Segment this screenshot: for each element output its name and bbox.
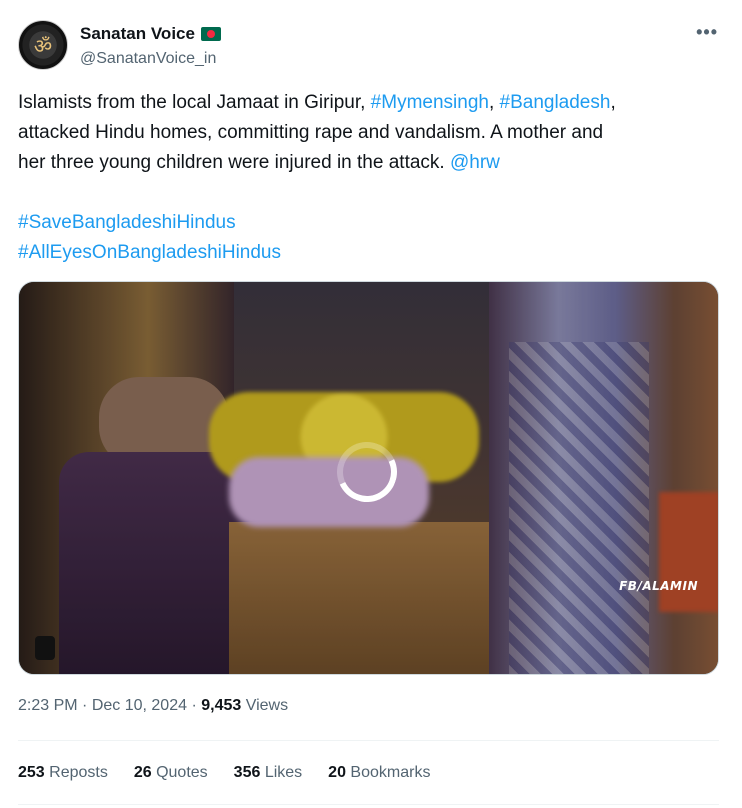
divider <box>18 740 719 741</box>
video-corner-icon[interactable] <box>35 636 55 660</box>
divider <box>18 804 719 805</box>
author-handle[interactable]: @SanatanVoice_in <box>80 50 216 68</box>
hashtag-savebangladeshihindus[interactable]: #SaveBangladeshiHindus <box>18 212 236 233</box>
bookmarks-stat[interactable]: 20 Bookmarks <box>328 764 430 782</box>
likes-stat[interactable]: 356 Likes <box>234 764 303 782</box>
views-count: 9,453 <box>201 697 242 714</box>
hashtag-bangladesh[interactable]: #Bangladesh <box>500 92 611 113</box>
tweet-text-line3: her three young children were injured in… <box>18 152 450 173</box>
tweet-text-line1: Islamists from the local Jamaat in Girip… <box>18 92 371 113</box>
reposts-stat[interactable]: 253 Reposts <box>18 764 108 782</box>
engagement-stats: 253 Reposts 26 Quotes 356 Likes 20 Bookm… <box>18 764 430 782</box>
meta-dot: · <box>187 697 202 714</box>
reposts-label: Reposts <box>44 764 108 781</box>
avatar[interactable]: ॐ <box>18 20 68 70</box>
mention-hrw[interactable]: @hrw <box>450 152 500 173</box>
quotes-stat[interactable]: 26 Quotes <box>134 764 208 782</box>
meta-dot: · <box>77 697 92 714</box>
author-name[interactable]: Sanatan Voice <box>80 24 221 44</box>
video-player[interactable]: FB/ALAMIN <box>18 281 719 675</box>
tweet-text-comma: , <box>610 92 616 113</box>
author-name-text: Sanatan Voice <box>80 24 195 43</box>
quotes-label: Quotes <box>151 764 208 781</box>
tweet: ॐ Sanatan Voice @SanatanVoice_in ••• Isl… <box>0 0 742 808</box>
quotes-count: 26 <box>133 764 152 781</box>
om-icon: ॐ <box>33 33 53 58</box>
bookmarks-label: Bookmarks <box>345 764 431 781</box>
tweet-separator: , <box>488 92 500 113</box>
likes-label: Likes <box>260 764 303 781</box>
bangladesh-flag-icon <box>200 27 221 41</box>
tweet-text-line2: attacked Hindu homes, committing rape an… <box>18 122 604 143</box>
reposts-count: 253 <box>18 764 45 781</box>
tweet-date[interactable]: Dec 10, 2024 <box>92 697 187 714</box>
likes-count: 356 <box>233 764 261 781</box>
bookmarks-count: 20 <box>328 764 346 781</box>
hashtag-alleyesonbangladeshihindus[interactable]: #AllEyesOnBangladeshiHindus <box>18 242 281 263</box>
hashtag-mymensingh[interactable]: #Mymensingh <box>371 92 489 113</box>
video-watermark: FB/ALAMIN <box>619 579 698 593</box>
tweet-meta: 2:23 PM · Dec 10, 2024 · 9,453 Views <box>18 697 288 715</box>
tweet-text: Islamists from the local Jamaat in Girip… <box>18 88 723 268</box>
more-options-icon[interactable]: ••• <box>696 22 718 43</box>
views-label: Views <box>241 697 289 714</box>
tweet-time[interactable]: 2:23 PM <box>18 697 78 714</box>
